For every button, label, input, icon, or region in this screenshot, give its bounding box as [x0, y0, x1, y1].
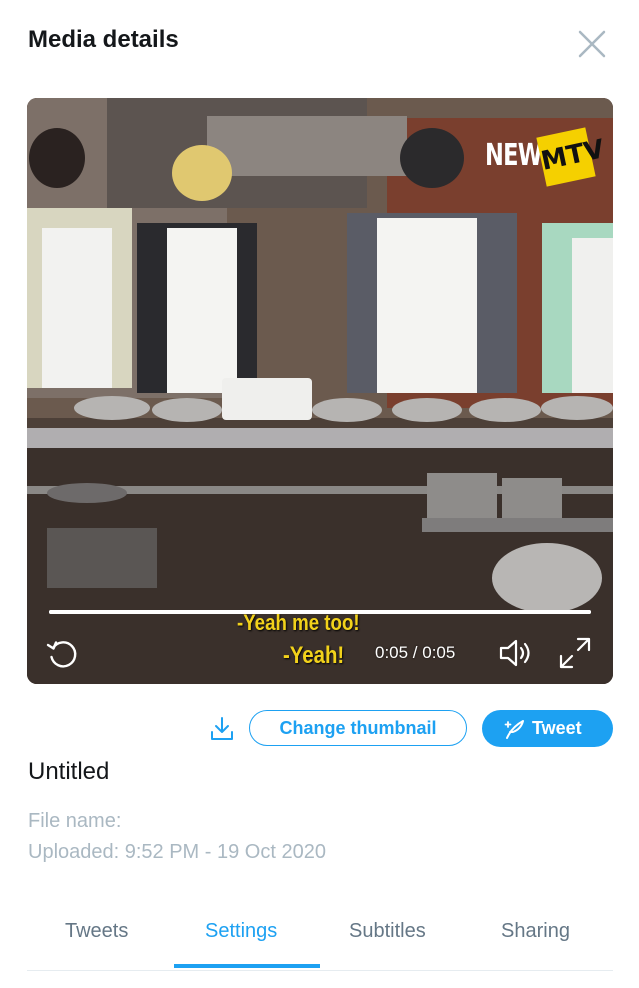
- header: Media details: [0, 0, 639, 80]
- tweet-button[interactable]: Tweet: [482, 710, 613, 747]
- fullscreen-icon[interactable]: [557, 635, 593, 671]
- person-4: [542, 223, 613, 393]
- quill-icon: [504, 718, 526, 740]
- replay-icon[interactable]: [45, 636, 81, 672]
- video-player[interactable]: NEWS MTV -Yeah me too! -Yeah! 0:05 / 0:0…: [27, 98, 613, 684]
- media-title: Untitled: [28, 758, 110, 785]
- page-title: Media details: [28, 26, 179, 53]
- close-icon[interactable]: [574, 26, 610, 62]
- tweet-button-label: Tweet: [532, 718, 582, 738]
- tab-subtitles[interactable]: Subtitles: [349, 920, 426, 943]
- progress-fill: [49, 610, 591, 614]
- active-tab-indicator: [174, 964, 320, 968]
- file-name-label: File name:: [28, 810, 122, 832]
- progress-bar[interactable]: [49, 610, 591, 614]
- channel-logo: NEWS MTV: [485, 120, 607, 198]
- tab-settings[interactable]: Settings: [205, 920, 277, 943]
- change-thumbnail-button[interactable]: Change thumbnail: [249, 710, 467, 746]
- download-icon[interactable]: [208, 715, 236, 743]
- volume-icon[interactable]: [497, 634, 537, 672]
- tab-tweets[interactable]: Tweets: [65, 920, 128, 943]
- tab-sharing[interactable]: Sharing: [501, 920, 570, 943]
- logo-mtv-badge: MTV: [536, 127, 607, 187]
- uploaded-info: Uploaded: 9:52 PM - 19 Oct 2020: [28, 841, 326, 863]
- tab-bar: Tweets Settings Subtitles Sharing: [27, 900, 613, 971]
- timecode: 0:05 / 0:05: [375, 643, 456, 662]
- subtitle-line-2: -Yeah!: [283, 642, 345, 669]
